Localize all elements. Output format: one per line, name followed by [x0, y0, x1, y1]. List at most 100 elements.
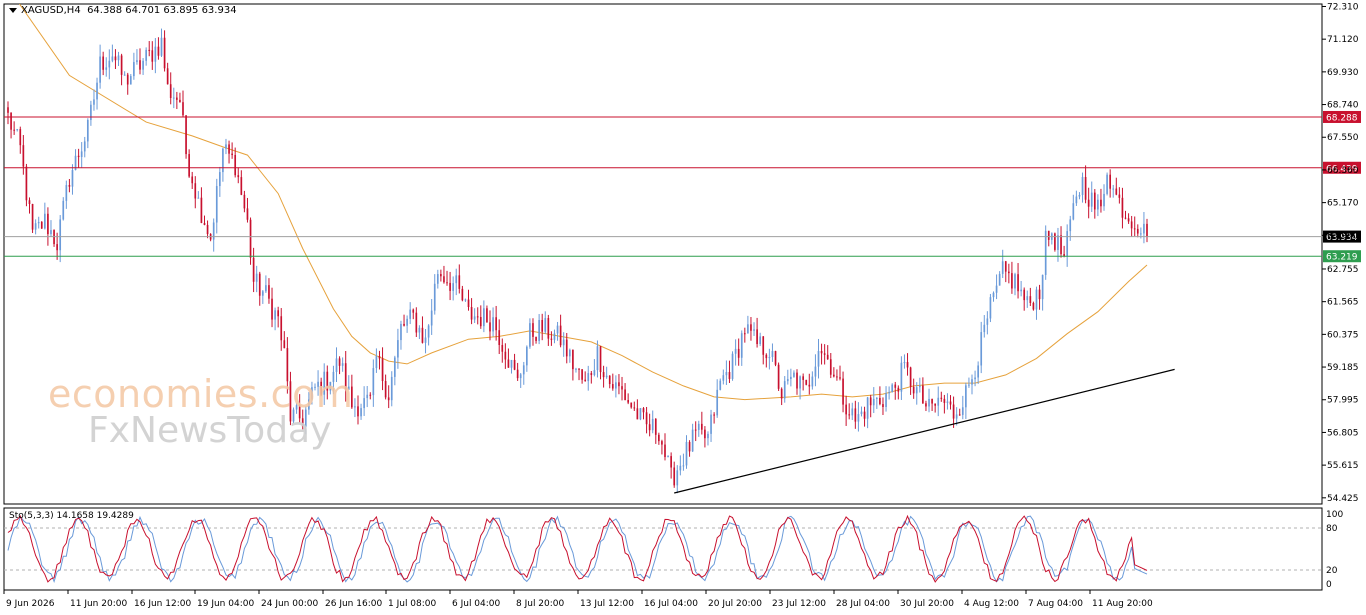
candle-body	[1090, 192, 1093, 207]
candle-body	[427, 325, 430, 338]
candle-body	[667, 456, 669, 458]
candle-body	[872, 398, 875, 406]
candle-body	[615, 382, 617, 389]
candle-body	[888, 392, 890, 394]
candle-body	[206, 224, 209, 235]
candle-body	[28, 200, 31, 205]
candle-body	[188, 154, 190, 177]
candle-body	[185, 115, 187, 155]
x-tick-label: 9 Jun 2026	[6, 599, 55, 609]
y-tick-label: 66.360	[1327, 166, 1359, 176]
candle-body	[375, 356, 378, 369]
candle-body	[783, 381, 786, 399]
candle-body	[961, 407, 964, 415]
candle-body	[501, 345, 504, 352]
x-tick-label: 11 Jun 20:00	[70, 599, 127, 609]
y-tick-label: 67.550	[1327, 133, 1359, 143]
candle-body	[424, 337, 427, 343]
candle-body	[50, 230, 52, 235]
y-tick-label: 61.565	[1327, 298, 1359, 308]
candle-body	[648, 424, 651, 431]
candle-body	[737, 348, 740, 358]
candle-body	[163, 37, 166, 69]
candle-body	[983, 324, 986, 333]
candle-body	[421, 327, 424, 343]
candle-body	[172, 97, 175, 99]
candle-body	[925, 403, 927, 407]
candle-body	[909, 367, 912, 387]
candle-body	[719, 380, 722, 390]
candle-body	[526, 346, 528, 366]
candle-body	[949, 401, 952, 405]
candle-body	[486, 308, 488, 323]
candle-body	[117, 55, 120, 61]
candle-body	[56, 244, 58, 251]
candle-body	[842, 378, 844, 405]
candle-body	[796, 372, 798, 389]
dropdown-arrow-icon[interactable]	[9, 7, 17, 13]
candle-body	[1054, 233, 1056, 250]
candle-body	[246, 208, 249, 220]
candle-body	[811, 376, 814, 387]
x-tick-label: 6 Jul 04:00	[452, 599, 501, 609]
candle-body	[774, 351, 777, 365]
candle-body	[265, 285, 267, 292]
candle-body	[550, 338, 553, 340]
candle-body	[915, 387, 918, 394]
candle-body	[780, 388, 783, 399]
candle-body	[25, 166, 28, 201]
candle-body	[1069, 219, 1072, 232]
x-tick-label: 11 Aug 20:00	[1092, 599, 1153, 609]
candle-body	[80, 151, 83, 158]
candle-body	[532, 323, 534, 337]
candle-body	[467, 299, 470, 308]
price-chart[interactable]: 68.28866.43963.93463.219 72.31071.12069.…	[0, 0, 1366, 615]
candle-body	[707, 433, 709, 439]
candle-body	[691, 429, 694, 452]
stochastic-main-line	[7, 515, 1148, 584]
candle-body	[142, 60, 144, 70]
candle-body	[621, 386, 623, 390]
stochastic-tick-label: 0	[1326, 580, 1332, 590]
candle-body	[599, 346, 602, 373]
candle-body	[492, 317, 494, 332]
candle-body	[231, 153, 233, 155]
candle-body	[820, 350, 823, 354]
candle-body	[114, 56, 117, 61]
candle-body	[658, 434, 660, 442]
candle-body	[903, 362, 906, 364]
candle-body	[943, 398, 946, 403]
candle-body	[596, 346, 599, 371]
candle-body	[40, 221, 43, 229]
candle-body	[986, 318, 989, 325]
candle-body	[731, 353, 734, 379]
y-tick-label: 65.170	[1327, 199, 1359, 209]
candle-body	[562, 339, 565, 346]
candle-body	[1044, 230, 1047, 275]
y-tick-label: 62.755	[1327, 265, 1359, 275]
candle-body	[636, 408, 639, 420]
candle-body	[572, 349, 574, 370]
candle-body	[148, 49, 151, 51]
candle-body	[354, 406, 356, 408]
candle-body	[126, 74, 129, 85]
candle-body	[740, 333, 743, 358]
stochastic-label: Sto(5,3,3) 14.1658 19.4289	[9, 511, 134, 521]
candle-body	[31, 204, 34, 230]
candle-body	[479, 317, 482, 327]
candle-body	[43, 213, 46, 229]
candle-body	[1093, 192, 1096, 210]
y-tick-label: 57.995	[1327, 396, 1359, 406]
candle-body	[1017, 274, 1019, 292]
candle-body	[645, 412, 648, 425]
candle-body	[611, 384, 614, 389]
candle-body	[710, 414, 712, 434]
candle-body	[977, 365, 979, 378]
candle-body	[952, 404, 955, 419]
x-tick-label: 1 Jul 08:00	[388, 599, 437, 609]
candle-body	[713, 414, 715, 416]
candle-body	[556, 325, 559, 334]
candle-body	[37, 221, 40, 224]
candle-body	[642, 408, 645, 413]
candle-body	[885, 393, 887, 408]
